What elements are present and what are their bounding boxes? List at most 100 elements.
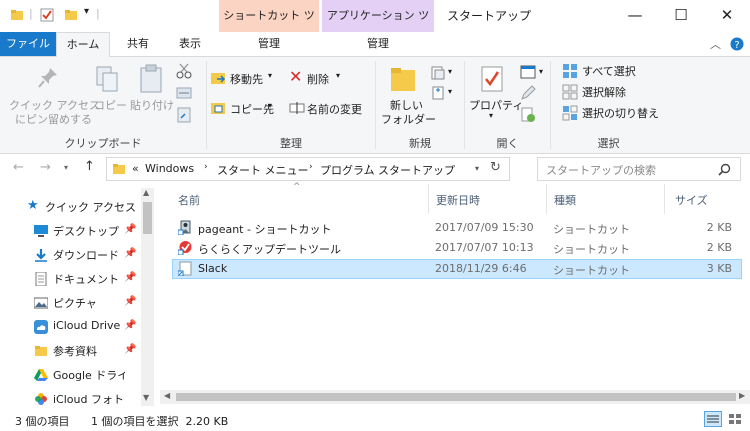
address-bar[interactable]: « Windows › スタート メニュー › プログラム › スタートアップ … [106,157,510,181]
icloud-photos-icon [35,393,47,405]
chevron-down-icon: ▾ [336,71,341,80]
nav-item-reference-folder[interactable]: 参考資料 📌 [0,339,140,363]
properties-button[interactable]: プロパティ [469,97,523,113]
forward-button[interactable]: → [40,160,51,175]
copy-icon [96,66,118,92]
file-size: 2 KB [706,221,732,234]
history-icon[interactable] [520,107,536,123]
address-dropdown-icon[interactable]: ▾ [475,164,479,173]
select-none-button[interactable]: 選択解除 [582,84,626,100]
context-tab-shortcut-tools: ショートカット ツール [219,0,319,54]
pageant-icon [178,220,191,235]
pin-icon: 📌 [124,296,137,307]
collapse-ribbon-icon[interactable]: ︿ [710,36,721,52]
rename-button[interactable]: 名前の変更 [307,101,362,117]
easy-access-icon[interactable] [430,85,446,101]
cut-icon[interactable] [176,63,192,79]
nav-item-pictures[interactable]: ピクチャ 📌 [0,291,140,315]
copy-path-icon[interactable] [176,85,192,101]
table-row[interactable]: pageant - ショートカット 2017/07/09 15:30 ショートカ… [172,218,742,238]
scroll-right-icon[interactable]: ▶ [739,391,745,400]
tab-file[interactable]: ファイル [0,32,56,56]
column-divider[interactable] [428,184,429,214]
column-header-date[interactable]: 更新日時 [436,192,480,208]
folder-icon[interactable] [10,8,24,22]
tab-manage-application[interactable]: 管理 [322,32,434,56]
maximize-button[interactable]: ☐ [658,0,704,32]
breadcrumb-item[interactable]: スタート メニュー [217,162,309,178]
qat-customize-icon[interactable]: ▾ [84,6,89,17]
file-date: 2017/07/09 15:30 [435,221,534,234]
column-divider[interactable] [664,184,665,214]
nav-scrollbar-thumb[interactable] [143,202,152,234]
edit-icon[interactable] [520,85,536,101]
nav-item-google-drive[interactable]: Google ドライブ [0,363,140,387]
scroll-up-icon[interactable]: ▲ [143,188,149,197]
pin-icon: 📌 [124,224,137,235]
minimize-button[interactable]: — [612,0,658,32]
nav-item-label: ドキュメント [53,273,119,286]
scroll-left-icon[interactable]: ◀ [164,391,170,400]
details-view-icon[interactable] [704,411,722,427]
nav-item-icloud-drive[interactable]: iCloud Drive 📌 [0,315,140,339]
nav-item-label: ダウンロード [53,249,119,262]
new-folder-label-2[interactable]: フォルダー [381,111,436,127]
invert-selection-button[interactable]: 選択の切り替え [582,105,659,121]
nav-item-desktop[interactable]: デスクトップ 📌 [0,219,140,243]
ribbon: クイック アクセス にピン留めする コピー 貼り付け クリップボード 移動先 ▾… [0,57,750,154]
refresh-icon[interactable]: ↻ [490,160,501,175]
tab-manage-shortcut[interactable]: 管理 [219,32,319,56]
scroll-down-icon[interactable]: ▼ [143,393,149,402]
breadcrumb-chevron-icon[interactable]: › [367,162,371,172]
breadcrumb-item[interactable]: スタートアップ [378,162,455,178]
item-count: 3 個の項目 [15,415,70,428]
copy-button[interactable]: コピー [94,97,127,113]
close-button[interactable]: ✕ [704,0,750,32]
recent-locations-button[interactable]: ▾ [64,163,68,172]
up-button[interactable]: ↑ [84,159,95,174]
tab-view[interactable]: 表示 [168,32,212,56]
pin-to-quick-access-label-2[interactable]: にピン留めする [15,111,92,127]
paste-button[interactable]: 貼り付け [130,97,174,113]
nav-item-label: ピクチャ [53,297,97,310]
nav-scrollbar[interactable]: ▲ ▼ [141,188,154,406]
breadcrumb-chevron-icon[interactable]: › [309,162,313,172]
svg-text:?: ? [734,40,739,51]
nav-item-downloads[interactable]: ダウンロード 📌 [0,243,140,267]
breadcrumb-overflow[interactable]: « [132,162,139,175]
select-all-button[interactable]: すべて選択 [582,63,636,79]
icloud-icon [34,320,48,334]
move-to-button[interactable]: 移動先 [230,71,263,87]
ribbon-tab-row: ファイル ホーム 共有 表示 管理 管理 ︿ ? [0,32,750,57]
back-button[interactable]: ← [13,160,24,175]
table-row-selected[interactable]: Slack 2018/11/29 6:46 ショートカット 3 KB [172,259,742,279]
title-bar: | ▾ | ショートカット ツール アプリケーション ツール スタートアップ —… [0,0,750,54]
large-icons-view-icon[interactable] [726,411,744,427]
search-box[interactable]: スタートアップの検索 [537,157,741,181]
nav-item-quick-access[interactable]: ★ クイック アクセス [0,195,140,219]
search-input[interactable]: スタートアップの検索 [546,162,656,178]
nav-item-label: iCloud Drive [53,319,121,332]
nav-item-documents[interactable]: ドキュメント 📌 [0,267,140,291]
paste-shortcut-icon[interactable] [176,107,192,123]
horizontal-scrollbar[interactable]: ◀ ▶ [160,390,750,404]
open-icon[interactable] [520,65,536,79]
tab-home[interactable]: ホーム [56,32,110,57]
breadcrumb-item[interactable]: Windows [145,162,194,175]
rename-icon [289,102,305,114]
column-divider[interactable] [546,184,547,214]
nav-item-label: デスクトップ [53,225,119,238]
new-folder-qat-icon[interactable] [64,8,78,22]
column-header-type[interactable]: 種類 [554,192,576,208]
column-header-name[interactable]: 名前 [178,192,200,208]
column-header-size[interactable]: サイズ [675,192,708,208]
delete-button[interactable]: 削除 [307,71,329,87]
help-icon[interactable]: ? [730,37,744,51]
new-item-icon[interactable] [430,65,446,81]
table-row[interactable]: らくらくアップデートツール 2017/07/07 10:13 ショートカット 2… [172,238,742,258]
tab-share[interactable]: 共有 [116,32,160,56]
properties-qat-icon[interactable] [40,8,54,22]
horizontal-scrollbar-thumb[interactable] [176,393,736,401]
breadcrumb-chevron-icon[interactable]: › [204,162,208,172]
search-icon[interactable] [718,163,731,176]
